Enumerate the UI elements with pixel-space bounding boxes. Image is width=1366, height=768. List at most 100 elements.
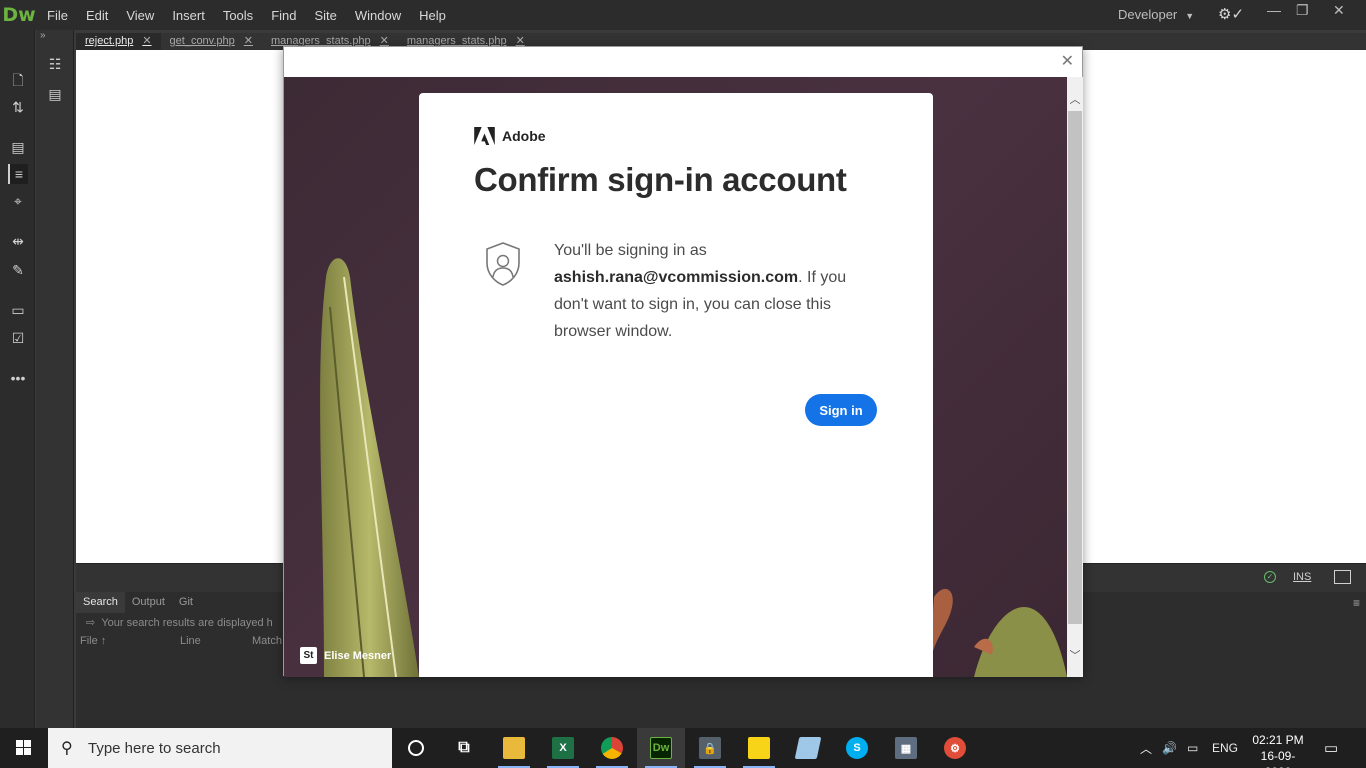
adobe-brand: Adobe — [474, 127, 546, 145]
more-icon[interactable]: ••• — [8, 368, 28, 388]
scrollbar-thumb[interactable] — [1068, 111, 1082, 624]
preview-icon[interactable] — [1334, 570, 1351, 584]
tab-git[interactable]: Git — [172, 592, 200, 613]
search-icon: ⚲ — [61, 740, 73, 757]
workspace-switcher[interactable]: Developer ▼ — [1118, 7, 1194, 22]
browser-view: St Elise Mesner Adobe Confirm sign-in ac… — [284, 77, 1067, 677]
calculator-glyph: ▦ — [895, 737, 917, 759]
folder-glyph — [503, 737, 525, 759]
sync-settings-icon[interactable]: ⚙✓ — [1218, 5, 1244, 23]
panel-strip: ☷ ▤ — [36, 30, 74, 728]
confirm-card: Adobe Confirm sign-in account You'll be … — [419, 93, 933, 677]
scroll-up-icon[interactable]: ︿ — [1067, 91, 1083, 107]
tab-close-icon[interactable]: ✕ — [244, 33, 253, 50]
expand-icon[interactable]: ⇹ — [8, 231, 28, 251]
skype-icon[interactable]: S — [833, 728, 881, 768]
menu-insert[interactable]: Insert — [163, 8, 214, 23]
brush-icon[interactable]: ✎ — [8, 260, 28, 280]
taskbar-search[interactable]: ⚲ Type here to search — [48, 728, 392, 768]
excel-icon[interactable]: X — [539, 728, 587, 768]
dialog-close-icon[interactable]: ✕ — [1061, 51, 1074, 70]
search-placeholder: Type here to search — [88, 739, 221, 757]
task-view-glyph: ⧉ — [458, 739, 470, 756]
chrome-glyph — [601, 737, 623, 759]
tab-reject-php[interactable]: reject.php ✕ — [76, 33, 161, 50]
dreamweaver-icon[interactable]: Dw — [637, 728, 685, 768]
skype-glyph: S — [846, 737, 868, 759]
transfer-icon[interactable]: ⇅ — [8, 97, 28, 117]
account-email: ashish.rana@vcommission.com — [554, 269, 799, 286]
bottom-tabs: Search Output Git — [76, 592, 200, 613]
search-message-text: Your search results are displayed h — [101, 617, 273, 629]
menu-view[interactable]: View — [117, 8, 163, 23]
tab-label: reject.php — [85, 35, 134, 47]
note-glyph — [748, 737, 770, 759]
file-explorer-icon[interactable] — [490, 728, 538, 768]
menu-site[interactable]: Site — [305, 8, 345, 23]
menu-tools[interactable]: Tools — [214, 8, 262, 23]
vpn-icon[interactable]: 🔒 — [686, 728, 734, 768]
format-icon[interactable]: ≡ — [8, 164, 28, 184]
notepad-icon[interactable] — [784, 728, 832, 768]
tab-search[interactable]: Search — [76, 592, 125, 613]
scroll-down-icon[interactable]: ﹀ — [1067, 647, 1083, 663]
insert-mode-indicator[interactable]: INS — [1293, 571, 1311, 583]
column-line[interactable]: Line — [176, 635, 248, 653]
code-snippet-icon[interactable]: ▤ — [45, 86, 65, 106]
live-view-icon[interactable]: ▤ — [8, 137, 28, 157]
language-indicator[interactable]: ENG — [1212, 728, 1238, 768]
tab-close-icon[interactable]: ✕ — [142, 33, 151, 50]
git-gui-icon[interactable]: ⚙ — [931, 728, 979, 768]
menu-find[interactable]: Find — [262, 8, 305, 23]
workspace-label: Developer — [1118, 7, 1178, 22]
tab-output[interactable]: Output — [125, 592, 172, 613]
target-icon[interactable]: ⌖ — [8, 191, 28, 211]
scrollbar[interactable]: ︿ ﹀ — [1067, 77, 1083, 677]
sitemap-icon[interactable]: ☷ — [45, 56, 65, 76]
toolbar-strip: 🗋 ⇅ ▤ ≡ ⌖ ⇹ ✎ ▭ ☑ ••• — [0, 30, 35, 728]
restore-icon[interactable]: ❐ — [1296, 2, 1309, 19]
sign-in-button[interactable]: Sign in — [805, 394, 877, 426]
tab-get-conv-php[interactable]: get_conv.php ✕ — [161, 33, 262, 50]
sticky-notes-icon[interactable] — [735, 728, 783, 768]
column-file[interactable]: File ↑ — [76, 635, 176, 653]
search-message: ⇨ Your search results are displayed h — [86, 617, 273, 629]
no-errors-icon[interactable]: ✓ — [1264, 571, 1276, 583]
comment-icon[interactable]: ▭ — [8, 300, 28, 320]
clock[interactable]: 02:21 PM 16-09-2020 — [1248, 732, 1308, 768]
validate-icon[interactable]: ☑ — [8, 328, 28, 348]
chrome-icon[interactable] — [588, 728, 636, 768]
panel-menu-icon[interactable]: ≡ — [1353, 596, 1360, 610]
new-file-icon[interactable]: 🗋 — [8, 70, 28, 90]
date: 16-09-2020 — [1260, 749, 1296, 768]
sign-in-dialog: ✕ St Elise Mesner Adobe Confirm sign-in … — [283, 46, 1083, 677]
menu-file[interactable]: File — [38, 8, 77, 23]
menu-help[interactable]: Help — [410, 8, 455, 23]
message-prefix: You'll be signing in as — [554, 242, 707, 259]
lock-glyph: 🔒 — [699, 737, 721, 759]
network-icon[interactable]: ▭ — [1187, 728, 1198, 768]
taskbar: ⚲ Type here to search ⧉ X Dw 🔒 S ▦ ⚙ ︿ 🔊… — [0, 728, 1366, 768]
cortana-icon[interactable] — [392, 728, 440, 768]
adobe-logo-icon — [474, 127, 495, 145]
app-logo: Dw — [2, 4, 36, 26]
windows-start-icon[interactable] — [0, 728, 48, 768]
minimize-icon[interactable]: — — [1267, 2, 1281, 18]
volume-icon[interactable]: 🔊 — [1162, 728, 1177, 768]
excel-glyph: X — [552, 737, 574, 759]
menu-window[interactable]: Window — [346, 8, 410, 23]
stock-badge: St — [300, 647, 317, 664]
close-icon[interactable]: ✕ — [1333, 2, 1345, 19]
calculator-icon[interactable]: ▦ — [882, 728, 930, 768]
notifications-icon[interactable]: ▭ — [1324, 728, 1338, 768]
tray-chevron-icon[interactable]: ︿ — [1140, 728, 1152, 768]
column-match[interactable]: Match — [248, 635, 282, 653]
task-view-icon[interactable]: ⧉ — [440, 728, 488, 768]
tab-label: get_conv.php — [169, 35, 235, 47]
menu-edit[interactable]: Edit — [77, 8, 117, 23]
shield-user-icon — [486, 242, 520, 286]
collapse-panel-icon[interactable]: » — [40, 30, 46, 41]
time: 02:21 PM — [1252, 733, 1304, 747]
git-glyph: ⚙ — [944, 737, 966, 759]
photo-credit: St Elise Mesner — [300, 647, 391, 664]
